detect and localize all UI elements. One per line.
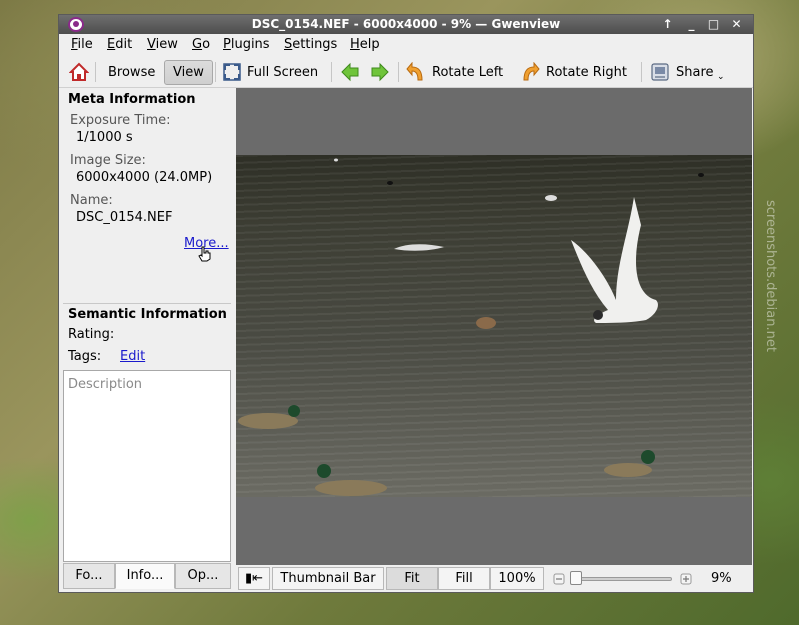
menu-view[interactable]: View (147, 37, 178, 52)
share-icon[interactable] (650, 62, 670, 82)
view-button[interactable]: View (164, 60, 213, 85)
zoom-slider-track[interactable] (576, 577, 672, 581)
tab-operations[interactable]: Op... (175, 563, 231, 589)
toggle-sidebar-button[interactable]: ▮⇤ (238, 567, 270, 590)
toolbar-separator (331, 62, 332, 82)
duck-shape (476, 317, 496, 329)
fullscreen-button[interactable]: Full Screen (247, 60, 318, 85)
thumbnail-bar-button[interactable]: Thumbnail Bar (272, 567, 384, 590)
rotate-right-icon[interactable] (520, 62, 540, 82)
zoom-slider-handle[interactable] (570, 571, 582, 585)
tags-label: Tags: (68, 349, 102, 364)
menu-go[interactable]: Go (192, 37, 210, 52)
distant-bird (698, 173, 704, 177)
duck-shape (315, 480, 387, 496)
info-sidebar: Meta Information Exposure Time: 1/1000 s… (59, 88, 235, 565)
image-size-label: Image Size: (70, 153, 146, 168)
menu-bar: File Edit View Go Plugins Settings Help (59, 34, 753, 56)
exposure-time-value: 1/1000 s (76, 130, 133, 145)
small-bird-shape (394, 244, 444, 251)
window-title: DSC_0154.NEF - 6000x4000 - 9% — Gwenview (251, 17, 561, 31)
edit-tags-link[interactable]: Edit (120, 349, 145, 364)
description-placeholder: Description (68, 377, 143, 392)
rotate-left-icon[interactable] (406, 62, 426, 82)
gull-head (593, 310, 603, 320)
distant-bird (387, 181, 393, 185)
distant-bird (334, 158, 338, 162)
zoom-fit-button[interactable]: Fit (386, 567, 438, 590)
home-icon[interactable] (69, 62, 89, 82)
tab-folders[interactable]: Fo... (63, 563, 115, 589)
rotate-left-button[interactable]: Rotate Left (432, 60, 503, 85)
maximize-button[interactable]: □ (705, 16, 722, 33)
photo-image (236, 155, 752, 497)
photo-content (238, 158, 704, 496)
status-bar: ▮⇤ Thumbnail Bar Fit Fill 100% 9% (236, 565, 752, 592)
toolbar-separator (398, 62, 399, 82)
description-field[interactable]: Description (63, 370, 231, 562)
zoom-fill-button[interactable]: Fill (438, 567, 490, 590)
watermark-text: screenshots.debian.net (763, 200, 778, 352)
sidebar-tabs: Fo... Info... Op... (59, 563, 235, 591)
exposure-time-label: Exposure Time: (70, 113, 171, 128)
distant-bird (545, 195, 557, 201)
name-value: DSC_0154.NEF (76, 210, 173, 225)
share-dropdown-arrow-icon[interactable]: ⌄ (717, 72, 725, 82)
keep-above-button[interactable]: ↑ (659, 16, 676, 33)
gull-shape (571, 197, 658, 323)
close-button[interactable]: ✕ (728, 16, 745, 33)
rating-label: Rating: (68, 327, 115, 342)
share-button[interactable]: Share (676, 60, 714, 85)
fullscreen-icon[interactable] (222, 62, 242, 82)
image-size-value: 6000x4000 (24.0MP) (76, 170, 213, 185)
name-label: Name: (70, 193, 113, 208)
menu-edit[interactable]: Edit (107, 37, 132, 52)
minimize-button[interactable]: _ (683, 16, 700, 33)
gwenview-window: DSC_0154.NEF - 6000x4000 - 9% — Gwenview… (58, 14, 754, 593)
browse-button[interactable]: Browse (108, 60, 155, 85)
next-arrow-icon[interactable] (370, 62, 390, 82)
rotate-right-button[interactable]: Rotate Right (546, 60, 627, 85)
toolbar-separator (215, 62, 216, 82)
duck-head (641, 450, 655, 464)
previous-arrow-icon[interactable] (340, 62, 360, 82)
image-viewer[interactable] (236, 88, 752, 565)
title-bar[interactable]: DSC_0154.NEF - 6000x4000 - 9% — Gwenview… (59, 15, 753, 34)
duck-shape (238, 413, 298, 429)
main-toolbar: Browse View Full Screen Rotate Left Rota… (59, 56, 753, 88)
menu-settings[interactable]: Settings (284, 37, 337, 52)
toolbar-separator (641, 62, 642, 82)
sidebar-divider (63, 303, 231, 304)
duck-head (288, 405, 300, 417)
hand-cursor-icon (198, 246, 211, 262)
toolbar-separator (95, 62, 96, 82)
zoom-100-button[interactable]: 100% (490, 567, 544, 590)
semantic-information-heading: Semantic Information (68, 307, 227, 322)
zoom-level-value: 9% (711, 571, 732, 586)
duck-head (317, 464, 331, 478)
menu-file[interactable]: File (71, 37, 93, 52)
menu-help[interactable]: Help (350, 37, 380, 52)
meta-information-heading: Meta Information (68, 92, 196, 107)
tab-information[interactable]: Info... (115, 563, 175, 589)
duck-shape (604, 463, 652, 477)
menu-plugins[interactable]: Plugins (223, 37, 270, 52)
zoom-in-icon[interactable] (680, 573, 692, 585)
zoom-out-icon[interactable] (553, 573, 565, 585)
